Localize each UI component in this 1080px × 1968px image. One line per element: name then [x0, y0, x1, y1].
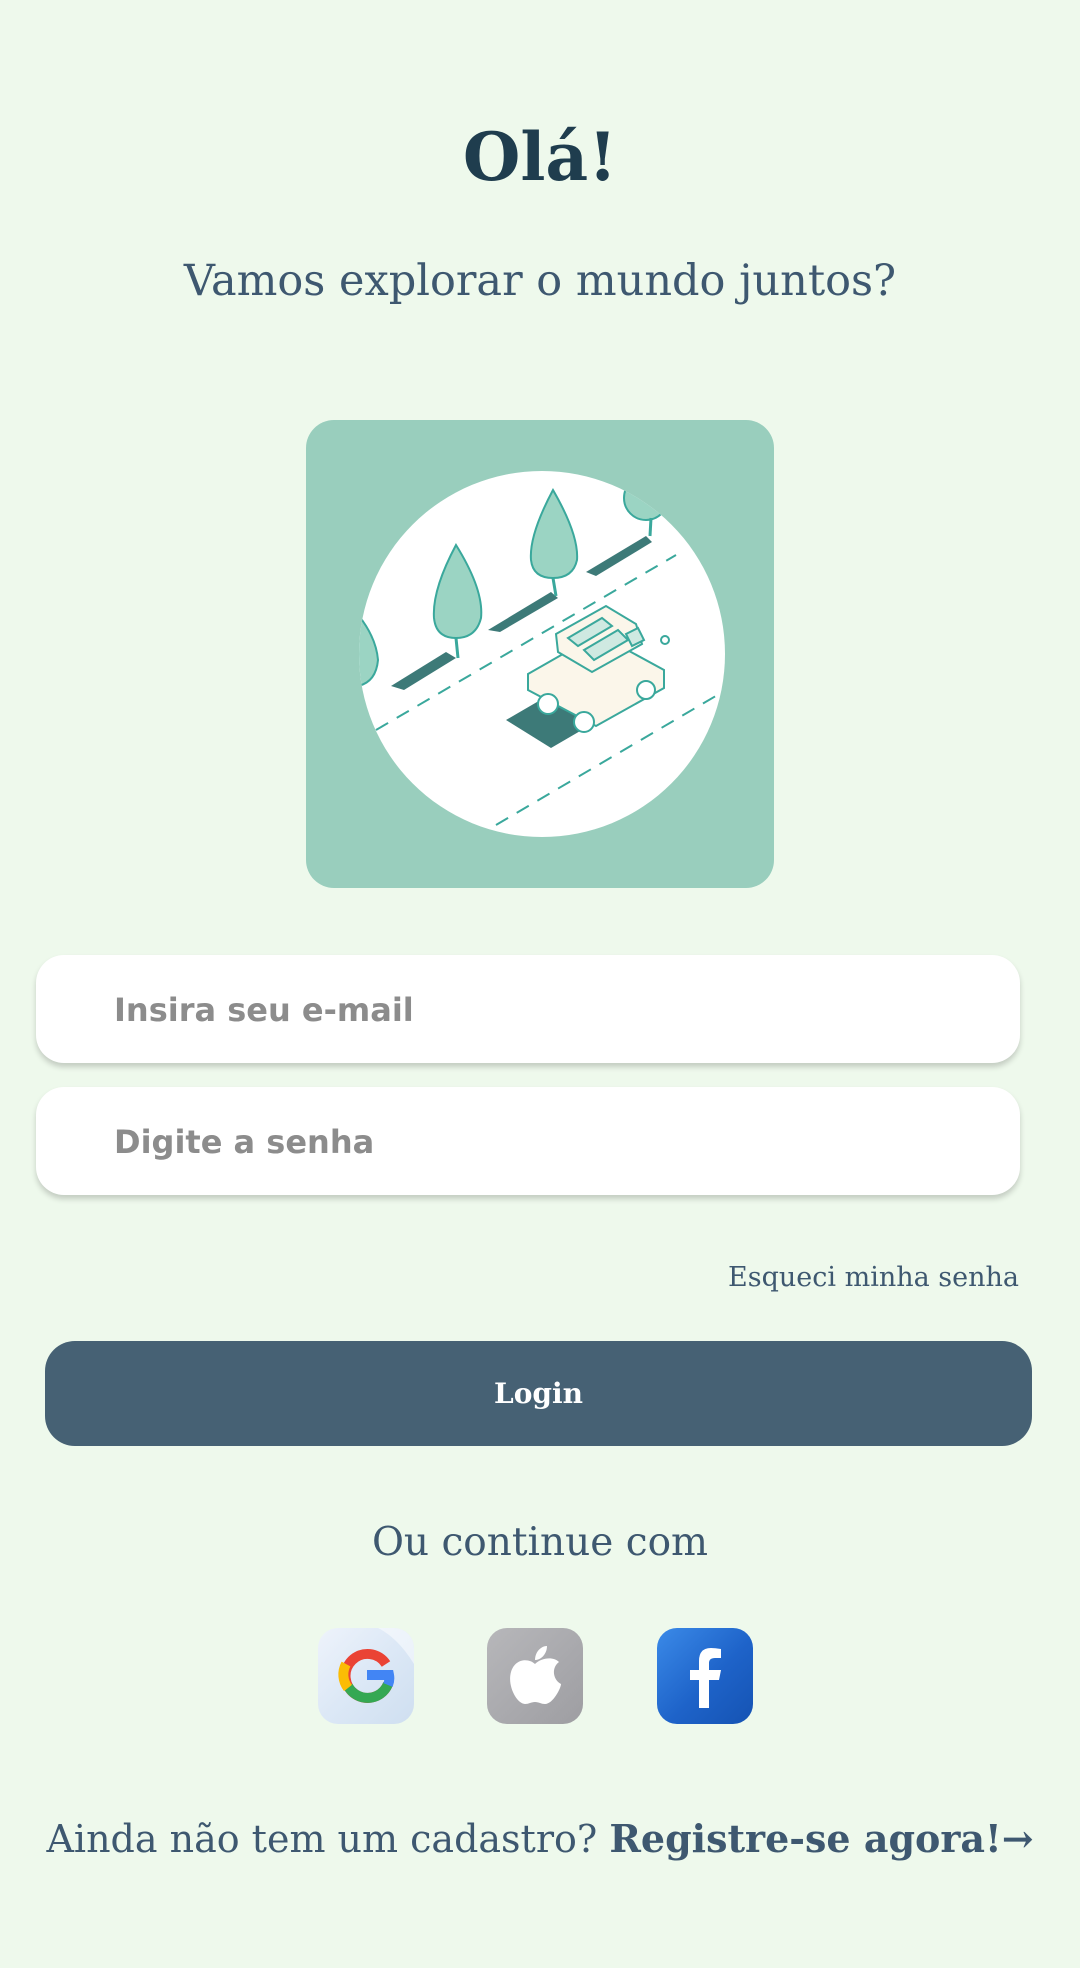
register-link[interactable]: Registre-se agora!→: [609, 1816, 1033, 1861]
register-link-label[interactable]: Registre-se agora!: [609, 1816, 1001, 1861]
facebook-login-button[interactable]: [657, 1628, 753, 1724]
email-input[interactable]: [112, 955, 996, 1065]
email-field[interactable]: [36, 955, 1020, 1065]
continue-with-label: Ou continue com: [371, 1520, 709, 1565]
password-field[interactable]: [36, 1087, 1020, 1197]
google-icon: [338, 1628, 414, 1703]
arrow-right-icon[interactable]: →: [1002, 1816, 1034, 1861]
signup-prompt: Ainda não tem um cadastro? Registre-se a…: [0, 1816, 1080, 1861]
login-button[interactable]: Login: [45, 1341, 1032, 1446]
apple-icon: [510, 1646, 561, 1704]
google-login-button[interactable]: [318, 1628, 414, 1724]
car-road-illustration: [306, 420, 774, 888]
apple-login-button[interactable]: [487, 1628, 583, 1724]
forgot-password-link[interactable]: Esqueci minha senha: [728, 1262, 1019, 1293]
password-input[interactable]: [112, 1087, 996, 1197]
page-title: Olá!: [462, 118, 618, 196]
facebook-icon: [690, 1648, 721, 1708]
signup-question: Ainda não tem um cadastro?: [46, 1817, 598, 1861]
page-subtitle: Vamos explorar o mundo juntos?: [183, 256, 897, 306]
